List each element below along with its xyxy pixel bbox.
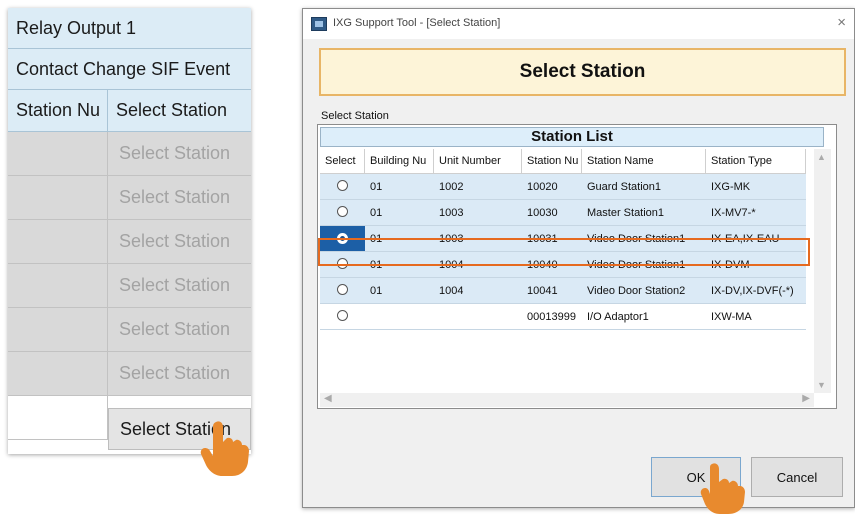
- vertical-scrollbar[interactable]: ▲ ▼: [814, 149, 831, 393]
- building-cell: 01: [370, 180, 383, 193]
- hand-pointer-icon: [700, 463, 745, 514]
- station-type-cell: IXG-MK: [711, 180, 751, 193]
- station-type-cell: IX-DV,IX-DVF(-*): [711, 284, 794, 297]
- station-list-grid: Station List Select Building Nu Unit Num…: [317, 124, 837, 409]
- radio-button-selected[interactable]: [337, 233, 348, 244]
- station-type-cell: IXW-MA: [711, 310, 752, 323]
- station-name-cell: Video Door Station1: [587, 258, 686, 271]
- radio-button[interactable]: [337, 284, 348, 295]
- horizontal-scrollbar[interactable]: ◀ ▶: [320, 393, 814, 407]
- window-title: IXG Support Tool - [Select Station]: [333, 17, 501, 29]
- dialog-banner: Select Station: [319, 48, 846, 96]
- select-station-button[interactable]: Select Station: [108, 176, 251, 220]
- station-row[interactable]: 01 1003 10030 Master Station1 IX-MV7-*: [320, 200, 806, 226]
- station-number-cell: 10030: [527, 206, 558, 219]
- station-type-cell: IX-DVM: [711, 258, 750, 271]
- station-number-cell: 10020: [527, 180, 558, 193]
- station-number-cell: [8, 220, 108, 264]
- station-number-cell: [8, 308, 108, 352]
- station-type-cell: IX-MV7-*: [711, 206, 756, 219]
- select-station-button[interactable]: Select Station: [108, 308, 251, 352]
- station-list-title: Station List: [320, 127, 824, 147]
- scroll-down-icon[interactable]: ▼: [817, 380, 826, 390]
- selected-cell: [320, 226, 365, 251]
- station-name-cell: I/O Adaptor1: [587, 310, 649, 323]
- scroll-left-icon[interactable]: ◀: [324, 393, 332, 404]
- station-number-cell: 10041: [527, 284, 558, 297]
- select-station-dialog: IXG Support Tool - [Select Station] × Se…: [302, 8, 855, 508]
- column-header-station-name[interactable]: Station Name: [582, 149, 706, 174]
- column-header-building[interactable]: Building Nu: [365, 149, 434, 174]
- building-cell: 01: [370, 258, 383, 271]
- building-cell: 01: [370, 206, 383, 219]
- select-station-button[interactable]: Select Station: [108, 132, 251, 176]
- column-header-station-type[interactable]: Station Type: [706, 149, 806, 174]
- station-number-cell: [8, 132, 108, 176]
- scroll-right-icon[interactable]: ▶: [802, 393, 810, 404]
- select-station-button[interactable]: Select Station: [108, 352, 251, 396]
- station-name-cell: Video Door Station1: [587, 232, 686, 245]
- scroll-up-icon[interactable]: ▲: [817, 152, 826, 162]
- title-bar: IXG Support Tool - [Select Station] ×: [303, 9, 854, 39]
- station-row[interactable]: 00013999 I/O Adaptor1 IXW-MA: [320, 304, 806, 330]
- select-station-button[interactable]: Select Station: [108, 264, 251, 308]
- station-name-cell: Video Door Station2: [587, 284, 686, 297]
- select-station-button[interactable]: Select Station: [108, 220, 251, 264]
- station-number-cell: [8, 264, 108, 308]
- radio-button[interactable]: [337, 180, 348, 191]
- section-label: Select Station: [321, 110, 389, 122]
- cancel-button[interactable]: Cancel: [751, 457, 843, 497]
- station-row[interactable]: 01 1004 10040 Video Door Station1 IX-DVM: [320, 252, 806, 278]
- building-cell: 01: [370, 232, 383, 245]
- station-grid-panel: Relay Output 1 Contact Change SIF Event …: [8, 8, 251, 454]
- station-number-cell: [8, 352, 108, 396]
- radio-button[interactable]: [337, 258, 348, 269]
- building-cell: 01: [370, 284, 383, 297]
- station-number-column-header[interactable]: Station Nu: [8, 90, 108, 132]
- close-icon[interactable]: ×: [837, 14, 846, 31]
- station-number-cell: 10031: [527, 232, 558, 245]
- station-name-cell: Guard Station1: [587, 180, 661, 193]
- relay-output-header: Relay Output 1: [8, 8, 251, 49]
- station-row-selected[interactable]: 01 1003 10031 Video Door Station1 IX-EA,…: [320, 226, 806, 252]
- app-icon: [311, 17, 327, 31]
- station-number-cell: 00013999: [527, 310, 576, 323]
- station-row[interactable]: 01 1004 10041 Video Door Station2 IX-DV,…: [320, 278, 806, 304]
- banner-title: Select Station: [519, 61, 646, 82]
- column-header-unit[interactable]: Unit Number: [434, 149, 522, 174]
- unit-cell: 1004: [439, 284, 464, 297]
- radio-button[interactable]: [337, 206, 348, 217]
- radio-button[interactable]: [337, 310, 348, 321]
- station-number-cell: 10040: [527, 258, 558, 271]
- unit-cell: 1004: [439, 258, 464, 271]
- select-station-column-header[interactable]: Select Station: [108, 90, 251, 132]
- unit-cell: 1002: [439, 180, 464, 193]
- station-row[interactable]: 01 1002 10020 Guard Station1 IXG-MK: [320, 174, 806, 200]
- station-type-cell: IX-EA,IX-EAU: [711, 232, 780, 245]
- unit-cell: 1003: [439, 206, 464, 219]
- station-number-cell: [8, 176, 108, 220]
- column-header-station-number[interactable]: Station Nu: [522, 149, 582, 174]
- unit-cell: 1003: [439, 232, 464, 245]
- column-header-select[interactable]: Select: [320, 149, 365, 174]
- station-name-cell: Master Station1: [587, 206, 665, 219]
- hand-pointer-icon: [200, 421, 249, 476]
- contact-change-header: Contact Change SIF Event: [8, 49, 251, 90]
- station-number-cell: [8, 396, 108, 440]
